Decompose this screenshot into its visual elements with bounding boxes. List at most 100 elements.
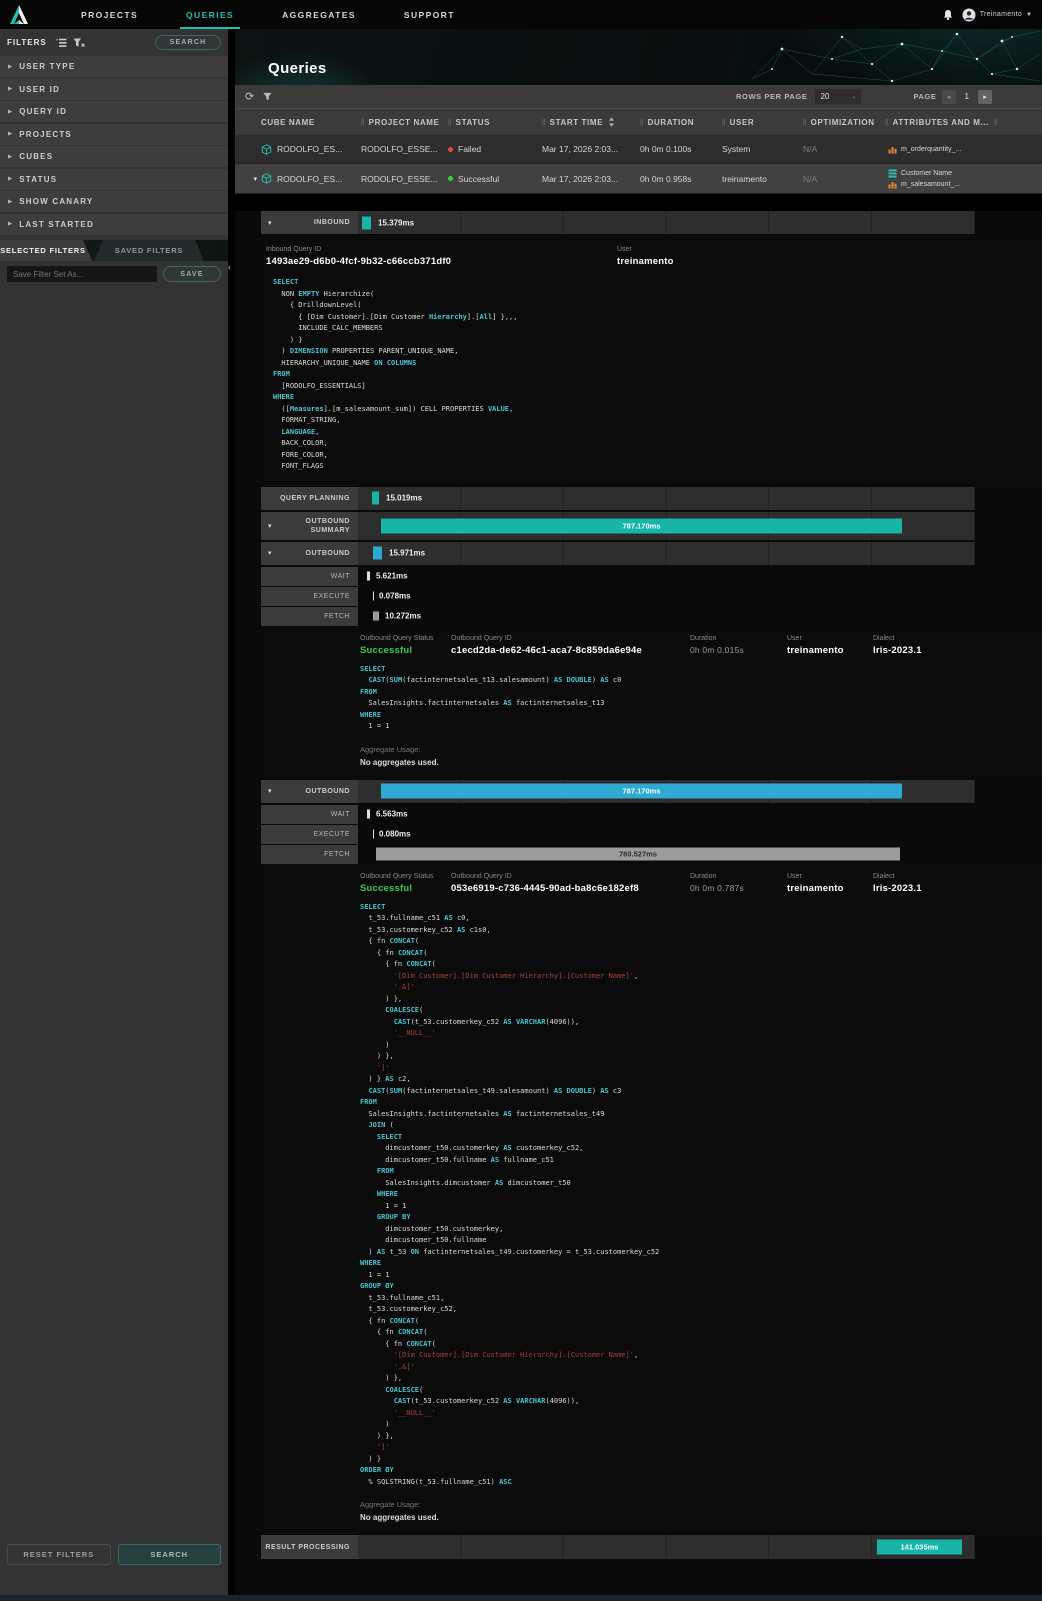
outbound-sql-code: SELECT t_53.fullname_c51 AS c0, t_53.cus…	[360, 902, 1042, 1489]
cell-project-name: RODOLFO_ESSE...	[361, 174, 448, 184]
expand-caret-icon[interactable]: ▾	[253, 175, 257, 183]
table-row[interactable]: ▾ RODOLFO_ES... RODOLFO_ESSE... Successf…	[235, 164, 1042, 194]
save-filter-row: SAVE	[0, 261, 228, 287]
nav-item-projects[interactable]: PROJECTS	[57, 0, 162, 29]
filters-title: FILTERS	[7, 38, 47, 47]
column-resize-handle[interactable]: ||	[448, 119, 451, 126]
cell-duration: 0h 0m 0.958s	[640, 174, 722, 184]
bottom-edge	[0, 1595, 1042, 1601]
outbound-query-id: c1ecd2da-de62-46c1-aca7-8c859da6e94e	[451, 645, 690, 656]
refresh-icon[interactable]: ⟳	[245, 90, 254, 103]
sidebar-filter-user-type[interactable]: ▶ USER TYPE	[0, 56, 228, 77]
column-header-duration[interactable]: ||DURATION	[640, 118, 722, 127]
chevron-down-icon: ⌄	[851, 93, 856, 100]
chevron-down-icon: ▼	[1026, 12, 1032, 18]
sidebar-filter-cubes[interactable]: ▶ CUBES	[0, 146, 228, 167]
timeline-row-fetch-2: FETCH 780.527ms	[261, 845, 1042, 864]
sidebar-filter-user-id[interactable]: ▶ USER ID	[0, 79, 228, 100]
attribute-item: m_salesamount_...	[888, 180, 960, 189]
tab-selected-filters[interactable]: SELECTED FILTERS	[0, 240, 92, 261]
column-filter-icon[interactable]	[262, 91, 273, 102]
nav-item-aggregates[interactable]: AGGREGATES	[258, 0, 380, 29]
timeline-row-result-processing: RESULT PROCESSING 141.035ms	[261, 1535, 1042, 1559]
sort-icon[interactable]	[608, 117, 615, 127]
filter-list-icon[interactable]	[56, 38, 67, 48]
prev-page-button[interactable]: ◂	[942, 90, 956, 104]
save-filter-button[interactable]: SAVE	[163, 266, 221, 282]
apply-search-button[interactable]: SEARCH	[118, 1544, 222, 1565]
column-resize-handle[interactable]: ||	[885, 119, 888, 126]
rows-per-page-select[interactable]: 20 ⌄	[815, 89, 861, 104]
queries-table-header: CUBE NAME ||PROJECT NAME ||STATUS ||STAR…	[235, 108, 1042, 135]
reset-filters-button[interactable]: RESET FILTERS	[7, 1544, 111, 1565]
cell-cube-name: RODOLFO_ES...	[261, 144, 361, 155]
next-page-button[interactable]: ▸	[978, 90, 992, 104]
column-header-status[interactable]: ||STATUS	[448, 118, 542, 127]
column-header-optimization[interactable]: ||OPTIMIZATION	[803, 118, 885, 127]
filters-header: FILTERS SEARCH	[0, 29, 228, 56]
network-graphic	[742, 29, 1042, 85]
bell-icon[interactable]	[942, 9, 954, 21]
nav-item-support[interactable]: SUPPORT	[380, 0, 479, 29]
status-dot	[448, 176, 453, 181]
column-header-attributes-and-m[interactable]: ||ATTRIBUTES AND M...||	[885, 118, 1042, 127]
status-dot	[448, 147, 453, 152]
column-resize-handle[interactable]: ||	[803, 119, 806, 126]
duration-bar: 787.170ms	[381, 784, 902, 799]
cell-optimization: N/A	[803, 174, 885, 184]
cell-expand: ▾	[235, 175, 261, 183]
page-title: Queries	[268, 60, 327, 77]
outbound-detail-2: Outbound Query Status Successful Outboun…	[261, 865, 1042, 1536]
column-resize-handle[interactable]: ||	[361, 119, 364, 126]
table-row[interactable]: RODOLFO_ES... RODOLFO_ESSE... Failed Mar…	[235, 135, 1042, 164]
clear-filters-icon[interactable]	[73, 38, 85, 48]
atscale-logo-icon[interactable]	[9, 4, 29, 25]
avatar-icon	[962, 8, 976, 22]
timeline-row-execute-1: EXECUTE 0.078ms	[261, 587, 1042, 606]
column-header-start-time[interactable]: ||START TIME	[542, 117, 640, 127]
nav-item-queries[interactable]: QUERIES	[162, 0, 258, 29]
inbound-detail: Inbound Query ID 1493ae29-d6b0-4fcf-9b32…	[261, 236, 1042, 487]
save-filter-input[interactable]	[7, 266, 157, 282]
timeline-row-query-planning: QUERY PLANNING 15.019ms	[261, 487, 1042, 510]
outbound-status: Successful	[360, 883, 451, 894]
collapse-caret-icon[interactable]: ▾	[268, 219, 272, 227]
sidebar-filter-show-canary[interactable]: ▶ SHOW CANARY	[0, 191, 228, 212]
column-resize-handle[interactable]: ||	[722, 119, 725, 126]
page-number: 1	[965, 92, 969, 101]
rows-per-page-value: 20	[820, 92, 829, 101]
duration-bar: 141.035ms	[877, 1540, 962, 1555]
main-content: Queries ⟳ ROWS PER PAGE 20 ⌄ PAGE ◂ 1 ▸ …	[235, 29, 1042, 1601]
sidebar-collapse-icon[interactable]: ‹	[228, 260, 236, 274]
duration-bar	[373, 612, 379, 621]
chevron-right-icon: ▶	[8, 154, 12, 160]
cell-cube-name: RODOLFO_ES...	[261, 173, 361, 184]
queries-table-body: RODOLFO_ES... RODOLFO_ESSE... Failed Mar…	[235, 135, 1042, 194]
page-header: Queries	[235, 29, 1042, 85]
sidebar-filter-status[interactable]: ▶ STATUS	[0, 169, 228, 190]
tab-saved-filters[interactable]: SAVED FILTERS	[94, 240, 204, 261]
collapse-caret-icon[interactable]: ▾	[268, 522, 272, 530]
query-detail-panel: ▾ INBOUND 15.379ms Inbound Query ID 1493…	[261, 211, 1042, 1559]
column-resize-handle[interactable]: ||	[640, 119, 643, 126]
column-resize-handle[interactable]: ||	[542, 119, 545, 126]
column-header-cube-name[interactable]: CUBE NAME	[261, 118, 361, 127]
column-header-user[interactable]: ||USER	[722, 118, 803, 127]
top-nav: PROJECTS QUERIES AGGREGATES SUPPORT Trei…	[0, 0, 1042, 29]
table-toolbar: ⟳ ROWS PER PAGE 20 ⌄ PAGE ◂ 1 ▸	[235, 85, 1042, 108]
column-resize-handle[interactable]: ||	[994, 119, 997, 126]
sidebar-search-button[interactable]: SEARCH	[155, 35, 221, 50]
sidebar-filter-projects[interactable]: ▶ PROJECTS	[0, 124, 228, 145]
duration-bar	[373, 547, 382, 560]
sidebar-filter-last-started[interactable]: ▶ LAST STARTED	[0, 214, 228, 235]
collapse-caret-icon[interactable]: ▾	[268, 549, 272, 557]
user-menu[interactable]: Treinamento ▼	[962, 8, 1032, 22]
column-header-project-name[interactable]: ||PROJECT NAME	[361, 118, 448, 127]
timeline-row-outbound-2: ▾ OUTBOUND 787.170ms	[261, 780, 1042, 803]
sidebar-filter-query-id[interactable]: ▶ QUERY ID	[0, 101, 228, 122]
nav-menu: PROJECTS QUERIES AGGREGATES SUPPORT	[57, 0, 479, 29]
chevron-right-icon: ▶	[8, 221, 12, 227]
outbound-detail-1: Outbound Query Status Successful Outboun…	[261, 627, 1042, 780]
timeline-row-outbound-summary: ▾ OUTBOUND SUMMARY 787.170ms	[261, 512, 1042, 540]
collapse-caret-icon[interactable]: ▾	[268, 787, 272, 795]
